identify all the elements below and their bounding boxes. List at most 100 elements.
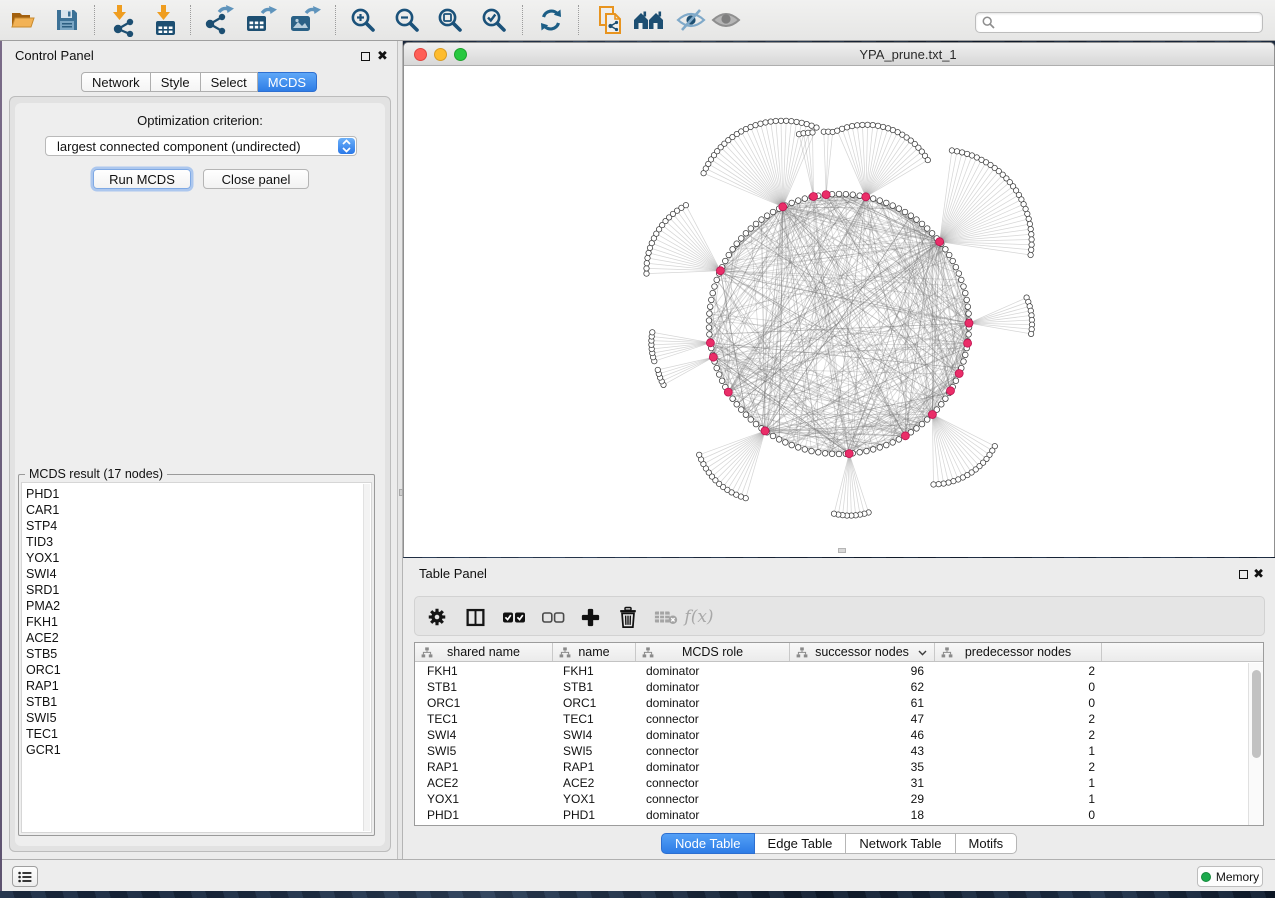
node-table: shared namenameMCDS rolesuccessor nodesp… xyxy=(414,642,1264,826)
mcds-result-item[interactable]: PHD1 xyxy=(22,486,371,502)
table-scrollbar-thumb[interactable] xyxy=(1252,670,1261,758)
table-row[interactable]: FKH1FKH1dominator962 xyxy=(415,663,1263,679)
export-table-button[interactable] xyxy=(244,3,278,37)
zoom-out-button[interactable] xyxy=(390,3,424,37)
table-panel-title: Table Panel xyxy=(419,566,487,581)
table-cell: TEC1 xyxy=(415,711,553,727)
list-icon xyxy=(18,871,32,883)
column-header-successor-nodes[interactable]: successor nodes xyxy=(790,643,935,661)
table-row[interactable]: TEC1TEC1connector472 xyxy=(415,711,1263,727)
zoom-selected-button[interactable] xyxy=(477,3,511,37)
mcds-result-item[interactable]: TID3 xyxy=(22,534,371,550)
import-table-button[interactable] xyxy=(149,3,183,37)
hide-selected-button[interactable] xyxy=(674,3,708,37)
mcds-result-item[interactable]: STB5 xyxy=(22,646,371,662)
export-table-icon xyxy=(244,4,278,36)
delete-table-button[interactable] xyxy=(654,605,678,629)
mcds-result-item[interactable]: STP4 xyxy=(22,518,371,534)
search-input[interactable] xyxy=(995,14,1262,31)
column-header-MCDS-role[interactable]: MCDS role xyxy=(636,643,790,661)
close-traffic-light[interactable] xyxy=(414,48,427,61)
zoom-in-button[interactable] xyxy=(346,3,380,37)
table-row[interactable]: SWI5SWI5connector431 xyxy=(415,743,1263,759)
clone-network-button[interactable] xyxy=(595,3,629,37)
mcds-result-item[interactable]: CAR1 xyxy=(22,502,371,518)
mcds-result-item[interactable]: FKH1 xyxy=(22,614,371,630)
control-panel: Control Panel ✖ NetworkStyleSelectMCDS O… xyxy=(2,41,397,859)
close-panel-button[interactable]: Close panel xyxy=(203,169,309,189)
columns-icon xyxy=(465,607,486,628)
criterion-combobox[interactable]: largest connected component (undirected) xyxy=(45,136,357,156)
criterion-value: largest connected component (undirected) xyxy=(46,139,356,154)
mcds-result-item[interactable]: SWI4 xyxy=(22,566,371,582)
run-mcds-button[interactable]: Run MCDS xyxy=(93,169,191,189)
open-file-button[interactable] xyxy=(6,3,40,37)
table-cell: dominator xyxy=(636,679,790,695)
tab-style[interactable]: Style xyxy=(151,72,201,92)
mcds-result-item[interactable]: PMA2 xyxy=(22,598,371,614)
tab-network[interactable]: Network xyxy=(81,72,151,92)
splitter-handle[interactable] xyxy=(838,548,846,553)
column-header-shared-name[interactable]: shared name xyxy=(415,643,553,661)
table-row[interactable]: SWI4SWI4dominator462 xyxy=(415,727,1263,743)
table-panel-float-button[interactable] xyxy=(1239,570,1248,579)
tab-select[interactable]: Select xyxy=(201,72,258,92)
table-cell: FKH1 xyxy=(415,663,553,679)
mcds-result-item[interactable]: TEC1 xyxy=(22,726,371,742)
mcds-result-item[interactable]: RAP1 xyxy=(22,678,371,694)
mcds-result-item[interactable]: YOX1 xyxy=(22,550,371,566)
network-canvas[interactable] xyxy=(404,66,1274,557)
mcds-result-item[interactable]: GCR1 xyxy=(22,742,371,758)
show-all-button[interactable] xyxy=(709,3,743,37)
search-field[interactable] xyxy=(975,12,1263,33)
tab-node-table[interactable]: Node Table xyxy=(661,833,755,854)
panel-menu-button[interactable] xyxy=(12,866,38,887)
table-row[interactable]: PHD1PHD1dominator180 xyxy=(415,807,1263,823)
table-settings-button[interactable] xyxy=(425,605,449,629)
refresh-button[interactable] xyxy=(534,3,568,37)
export-network-button[interactable] xyxy=(202,3,236,37)
maximize-traffic-light[interactable] xyxy=(454,48,467,61)
tab-motifs[interactable]: Motifs xyxy=(956,833,1018,854)
splitter-handle[interactable] xyxy=(399,489,403,496)
show-column-button[interactable] xyxy=(463,605,487,629)
table-cell: dominator xyxy=(636,663,790,679)
minimize-traffic-light[interactable] xyxy=(434,48,447,61)
gear-icon xyxy=(426,606,448,628)
mcds-result-item[interactable]: ACE2 xyxy=(22,630,371,646)
column-header-predecessor-nodes[interactable]: predecessor nodes xyxy=(935,643,1102,661)
mcds-result-item[interactable]: SRD1 xyxy=(22,582,371,598)
import-network-button[interactable] xyxy=(106,3,140,37)
function-builder-button[interactable]: f(x) xyxy=(687,605,711,629)
tab-network-table[interactable]: Network Table xyxy=(846,833,955,854)
mcds-result-list[interactable]: PHD1CAR1STP4TID3YOX1SWI4SRD1PMA2FKH1ACE2… xyxy=(21,482,372,833)
column-header-name[interactable]: name xyxy=(553,643,636,661)
mcds-result-item[interactable]: ORC1 xyxy=(22,662,371,678)
network-window-titlebar[interactable]: YPA_prune.txt_1 xyxy=(404,43,1274,66)
table-scrollbar[interactable] xyxy=(1248,663,1263,825)
table-row[interactable]: YOX1YOX1connector291 xyxy=(415,791,1263,807)
table-row[interactable]: STB1STB1dominator620 xyxy=(415,679,1263,695)
table-row[interactable]: RAP1RAP1dominator352 xyxy=(415,759,1263,775)
control-panel-close-button[interactable]: ✖ xyxy=(377,50,388,62)
status-bar: Memory xyxy=(2,859,1275,891)
first-neighbors-button[interactable] xyxy=(632,3,666,37)
table-row[interactable]: ORC1ORC1dominator610 xyxy=(415,695,1263,711)
select-all-button[interactable] xyxy=(502,605,526,629)
add-row-button[interactable] xyxy=(578,605,602,629)
control-panel-float-button[interactable] xyxy=(361,52,370,61)
zoom-fit-button[interactable] xyxy=(433,3,467,37)
table-panel-close-button[interactable]: ✖ xyxy=(1253,568,1264,580)
deselect-all-button[interactable] xyxy=(541,605,565,629)
memory-button[interactable]: Memory xyxy=(1197,866,1263,887)
export-image-button[interactable] xyxy=(288,3,322,37)
mcds-list-scrollbar[interactable] xyxy=(363,484,370,831)
save-session-button[interactable] xyxy=(50,3,84,37)
tab-mcds[interactable]: MCDS xyxy=(258,72,317,92)
mcds-result-item[interactable]: STB1 xyxy=(22,694,371,710)
tab-edge-table[interactable]: Edge Table xyxy=(755,833,847,854)
mcds-result-item[interactable]: SWI5 xyxy=(22,710,371,726)
delete-row-button[interactable] xyxy=(616,605,640,629)
table-row[interactable]: ACE2ACE2connector311 xyxy=(415,775,1263,791)
table-cell: 62 xyxy=(790,679,935,695)
